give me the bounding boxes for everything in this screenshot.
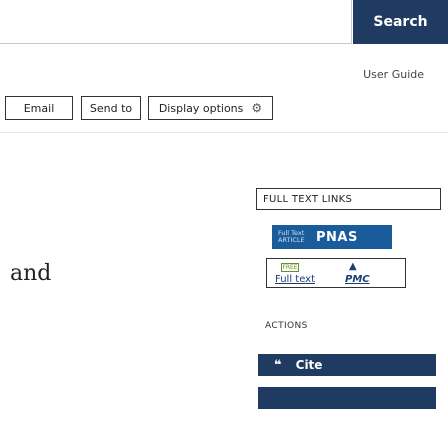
pnas-fulltext-link[interactable]: Full Text ARTICLE PNAS	[272, 225, 392, 249]
header-divider	[0, 132, 448, 133]
pmc-fulltext-label: Full text	[275, 274, 316, 285]
pmc-logo-text: PMC	[345, 274, 370, 285]
send-to-label: Send to	[89, 101, 133, 115]
search-button-label: Search	[373, 14, 428, 30]
actions-heading: ACTIONS	[265, 321, 308, 331]
pnas-fulltext-prefix: Full Text ARTICLE	[278, 229, 305, 244]
cite-button[interactable]: ❝ Cite	[258, 354, 436, 376]
email-button-label: Email	[23, 101, 55, 115]
quote-icon: ❝	[274, 357, 282, 373]
search-button[interactable]: Search	[353, 0, 448, 44]
display-options-label: Display options	[158, 101, 244, 115]
full-text-links-label: FULL TEXT LINKS	[263, 193, 353, 205]
pmc-fulltext-link[interactable]: FREE Full text ▲ PMC	[266, 258, 406, 288]
article-text-fragment: and	[10, 261, 52, 286]
collections-button[interactable]	[258, 387, 436, 409]
full-text-links-heading: FULL TEXT LINKS	[256, 188, 441, 210]
pnas-logo-text: PNAS	[316, 229, 358, 245]
pmc-arrow-icon: ▲	[349, 261, 357, 272]
display-options-button[interactable]: Display options ⚙	[148, 96, 273, 120]
free-badge: FREE	[281, 263, 299, 272]
user-guide-link[interactable]: User Guide	[363, 68, 424, 81]
cite-button-label: Cite	[295, 358, 323, 372]
email-button[interactable]: Email	[5, 96, 73, 120]
gear-icon: ⚙	[251, 101, 263, 115]
search-input[interactable]	[0, 0, 352, 44]
send-to-button[interactable]: Send to	[81, 96, 141, 120]
